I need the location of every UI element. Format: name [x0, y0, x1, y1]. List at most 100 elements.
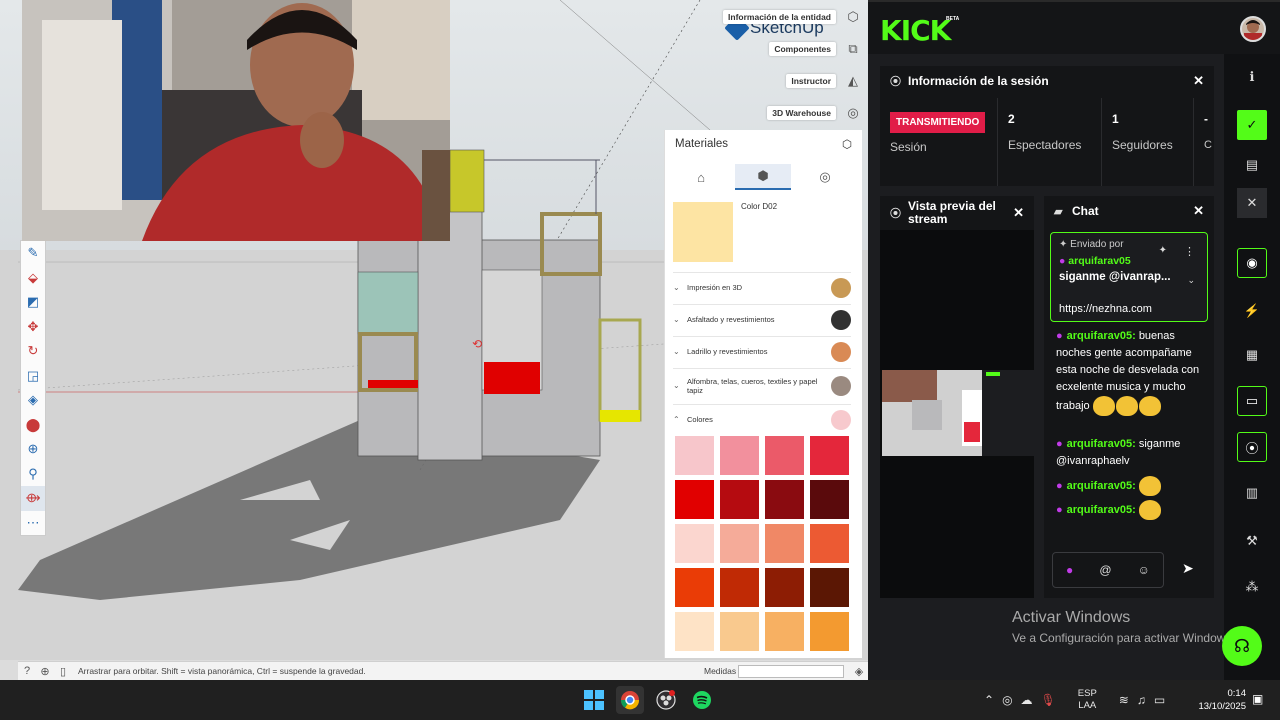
wifi-icon[interactable]: ≋: [1119, 693, 1129, 707]
wrench-icon[interactable]: ⚒: [1237, 526, 1267, 556]
category-carpet[interactable]: ⌄ Alfombra, telas, cueros, textiles y pa…: [673, 368, 851, 402]
category-3d-print[interactable]: ⌄ Impresión en 3D: [673, 272, 851, 302]
stream-preview-thumbnail[interactable]: [882, 370, 1034, 456]
instructor-tool[interactable]: Instructor ◭: [786, 70, 864, 92]
instructor-icon[interactable]: ◭: [842, 70, 864, 92]
category-colors[interactable]: ⌃ Colores: [673, 404, 851, 434]
clock[interactable]: 0:14 13/10/2025: [1190, 687, 1246, 713]
home-tab-house-icon[interactable]: ⌂: [673, 164, 729, 190]
notification-icon[interactable]: ▣: [1252, 692, 1263, 706]
check-icon[interactable]: ✓: [1237, 110, 1267, 140]
broadcast-icon[interactable]: ⦿: [1237, 432, 1267, 462]
close-icon[interactable]: ✕: [1193, 73, 1204, 89]
color-swatch[interactable]: [720, 612, 759, 651]
help-headset-icon[interactable]: ☊: [1222, 626, 1262, 666]
chat-icon[interactable]: ▭: [1237, 386, 1267, 416]
color-swatch[interactable]: [765, 436, 804, 475]
rotate-icon[interactable]: ↻: [21, 339, 45, 364]
color-swatch[interactable]: [675, 436, 714, 475]
pinned-link[interactable]: https://nezhna.com: [1059, 303, 1152, 315]
mention-button[interactable]: @: [1099, 563, 1111, 577]
color-swatch[interactable]: [810, 436, 849, 475]
color-swatch[interactable]: [675, 568, 714, 607]
close-icon[interactable]: ✕: [1193, 203, 1204, 219]
camera-icon[interactable]: ◉: [1237, 248, 1267, 278]
battery-icon[interactable]: ▭: [1154, 693, 1165, 707]
notes-icon[interactable]: ▦: [1237, 340, 1267, 370]
info-icon[interactable]: ℹ: [1237, 62, 1267, 92]
rectangle-icon[interactable]: ◩: [21, 290, 45, 315]
category-asphalt[interactable]: ⌄ Asfaltado y revestimientos: [673, 304, 851, 334]
color-swatch[interactable]: [810, 568, 849, 607]
color-swatch[interactable]: [675, 480, 714, 519]
pinned-message[interactable]: ✦ Enviado por ✦ ⋮ ● arquifarav05 siganme…: [1050, 232, 1208, 322]
color-swatch[interactable]: [720, 568, 759, 607]
move-icon[interactable]: ✥: [21, 315, 45, 340]
svg-text:⟲: ⟲: [472, 337, 482, 351]
windows-start-icon[interactable]: [580, 686, 608, 714]
chevron-up-icon[interactable]: ⌃: [984, 693, 994, 707]
color-swatch[interactable]: [810, 524, 849, 563]
color-swatch[interactable]: [720, 480, 759, 519]
color-swatch[interactable]: [720, 524, 759, 563]
cloud-off-icon[interactable]: ☁: [1021, 693, 1033, 707]
color-swatch[interactable]: [675, 524, 714, 563]
category-brick[interactable]: ⌄ Ladrillo y revestimientos: [673, 336, 851, 366]
measurements-input[interactable]: [738, 664, 844, 678]
color-swatch[interactable]: [810, 480, 849, 519]
obs-icon[interactable]: [652, 686, 680, 714]
avatar[interactable]: [1240, 16, 1266, 42]
more-options-icon[interactable]: ⋮: [1184, 245, 1195, 258]
close-icon[interactable]: ✕: [1013, 205, 1024, 221]
color-swatch[interactable]: [765, 612, 804, 651]
record-icon[interactable]: ◎: [1002, 693, 1012, 707]
warehouse-icon[interactable]: ◎: [842, 102, 864, 124]
close-icon[interactable]: ✕: [1237, 188, 1267, 218]
materials-panel-icon[interactable]: ⬡: [842, 137, 852, 151]
layout-icon[interactable]: ▤: [1237, 150, 1267, 180]
mic-icon[interactable]: ●: [1066, 563, 1073, 577]
walk-icon[interactable]: ⟴: [21, 486, 45, 511]
language-indicator[interactable]: ESP LAA: [1078, 688, 1097, 712]
chat-input[interactable]: ● @ ☺: [1052, 552, 1164, 588]
components-tool[interactable]: Componentes ⧉: [769, 38, 864, 60]
chevron-down-icon[interactable]: ⌄: [1187, 275, 1195, 286]
color-swatch[interactable]: [720, 436, 759, 475]
pushpull-icon[interactable]: ⬤: [21, 413, 45, 438]
emoji-icon[interactable]: ☺: [1138, 563, 1150, 577]
globe-icon[interactable]: ⊕: [36, 665, 54, 678]
color-swatch[interactable]: [765, 524, 804, 563]
send-icon[interactable]: ➤: [1182, 560, 1194, 577]
kick-logo[interactable]: KICK: [880, 14, 951, 47]
chrome-icon[interactable]: [616, 686, 644, 714]
category-swatch: [831, 309, 851, 330]
entity-info-icon[interactable]: ⬡: [842, 6, 864, 28]
model-tab-box-icon[interactable]: ⬢: [735, 164, 791, 190]
bolt-icon[interactable]: ⚡: [1237, 296, 1267, 326]
more-icon[interactable]: ⋯: [21, 511, 45, 536]
eraser-icon[interactable]: ✎: [21, 241, 45, 266]
components-icon[interactable]: ⧉: [842, 38, 864, 60]
warehouse-tool[interactable]: 3D Warehouse ◎: [767, 102, 864, 124]
color-swatch[interactable]: [675, 612, 714, 651]
edit-tab-target-icon[interactable]: ◎: [797, 164, 853, 190]
chat-header: ▰ Chat ✕: [1054, 203, 1204, 219]
stat-followers: 1 Seguidores: [1102, 98, 1194, 186]
share-icon[interactable]: ⁂: [1237, 572, 1267, 602]
emote-icon: [1092, 396, 1115, 416]
color-swatch[interactable]: [765, 480, 804, 519]
entity-info-tool[interactable]: Información de la entidad ⬡: [723, 6, 864, 28]
spotify-icon[interactable]: [688, 686, 716, 714]
media-icon[interactable]: ▥: [1237, 478, 1267, 508]
zoom-icon[interactable]: ⚲: [21, 462, 45, 487]
scale-icon[interactable]: ◲: [21, 364, 45, 389]
volume-icon[interactable]: ♫: [1137, 693, 1146, 707]
tape-measure-icon[interactable]: ◈: [21, 388, 45, 413]
color-swatch[interactable]: [765, 568, 804, 607]
pin-icon[interactable]: ✦: [1159, 245, 1167, 256]
orbit-icon[interactable]: ⊕: [21, 437, 45, 462]
help-icon[interactable]: ?: [18, 665, 36, 677]
color-swatch[interactable]: [810, 612, 849, 651]
microphone-icon[interactable]: 🎙︎: [1041, 693, 1056, 707]
paint-bucket-icon[interactable]: ⬙: [21, 266, 45, 291]
